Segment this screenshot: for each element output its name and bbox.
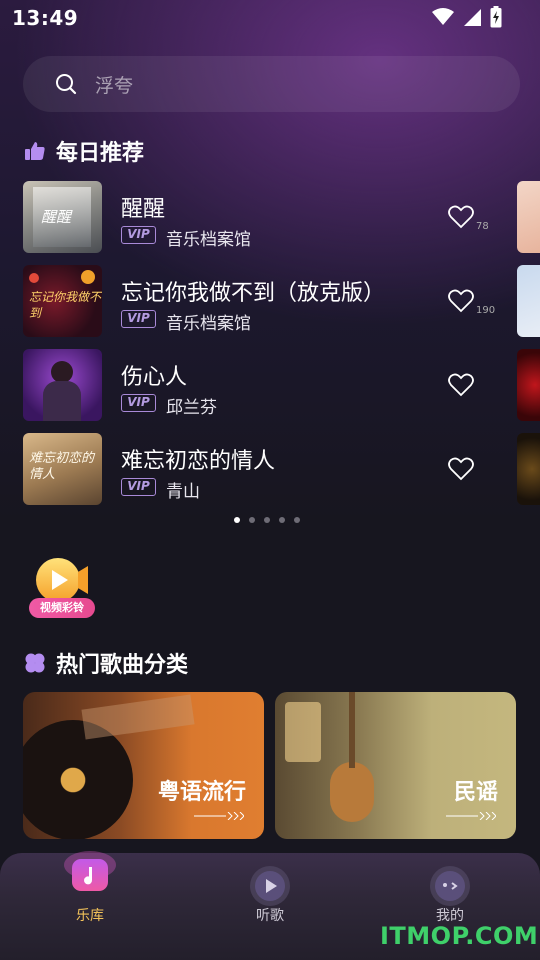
watermark-text: ITMOP.COM: [380, 922, 539, 950]
album-cover: 醒醒: [23, 181, 102, 253]
tab-label: 听歌: [256, 908, 284, 924]
arrow-decoration-icon: [446, 812, 496, 820]
next-page-cover-peek: [517, 349, 540, 421]
wifi-icon: [432, 8, 454, 25]
song-artist: 音乐档案馆: [166, 230, 251, 250]
cellular-signal-icon: [464, 9, 481, 26]
vip-badge: VIP: [121, 478, 156, 496]
album-cover: 难忘初恋的情人: [23, 433, 102, 505]
daily-recommend-header: 每日推荐: [24, 136, 144, 166]
thumbs-up-icon: [25, 142, 45, 160]
song-row[interactable]: 醒醒 醒醒 VIP 音乐档案馆 78: [23, 181, 503, 253]
video-ring-label[interactable]: 视频彩铃: [29, 598, 95, 618]
song-row[interactable]: 忘记你我做不到 忘记你我做不到（放克版） VIP 音乐档案馆 190: [23, 265, 503, 337]
song-row[interactable]: 伤心人 VIP 邱兰芬: [23, 349, 503, 421]
song-title: 忘记你我做不到（放克版）: [121, 281, 386, 306]
heart-icon[interactable]: [448, 457, 474, 481]
song-row[interactable]: 难忘初恋的情人 难忘初恋的情人 VIP 青山: [23, 433, 503, 505]
song-title: 醒醒: [121, 197, 166, 222]
page-dot: [264, 517, 270, 523]
category-card-cantonese[interactable]: 粤语流行: [23, 692, 264, 839]
play-circle-icon: [250, 866, 290, 906]
like-count: 78: [476, 221, 489, 232]
song-title: 伤心人: [121, 365, 188, 390]
hot-categories-header: 热门歌曲分类: [24, 648, 188, 678]
category-label: 民谣: [453, 780, 498, 805]
clover-icon: [25, 653, 45, 673]
song-artist: 音乐档案馆: [166, 314, 251, 334]
tab-label: 乐库: [76, 908, 104, 924]
heart-icon[interactable]: [448, 373, 474, 397]
song-artist: 青山: [166, 482, 200, 502]
song-artist: 邱兰芬: [166, 398, 217, 418]
heart-icon[interactable]: [448, 205, 474, 229]
page-dot: [294, 517, 300, 523]
page-indicator: [234, 517, 300, 523]
status-time: 13:49: [12, 6, 79, 30]
page-dot: [279, 517, 285, 523]
search-bar[interactable]: 浮夸: [23, 56, 520, 112]
vip-badge: VIP: [121, 226, 156, 244]
album-cover: 忘记你我做不到: [23, 265, 102, 337]
section-title: 每日推荐: [56, 141, 145, 166]
cover-text: 醒醒: [41, 208, 72, 226]
tab-library[interactable]: 乐库: [45, 851, 135, 960]
search-icon: [56, 74, 77, 95]
song-title: 难忘初恋的情人: [121, 449, 276, 474]
tab-listen[interactable]: 听歌: [225, 853, 315, 960]
section-title: 热门歌曲分类: [56, 653, 189, 678]
album-cover: [23, 349, 102, 421]
next-page-cover-peek: [517, 181, 540, 253]
search-placeholder: 浮夸: [95, 74, 134, 97]
vip-badge: VIP: [121, 310, 156, 328]
status-icons: [432, 6, 502, 28]
heart-icon[interactable]: [448, 289, 474, 313]
vip-badge: VIP: [121, 394, 156, 412]
status-bar: 13:49: [0, 0, 540, 34]
category-card-folk[interactable]: 民谣: [275, 692, 516, 839]
battery-icon: [490, 6, 502, 28]
arrow-decoration-icon: [194, 812, 244, 820]
cover-text: 难忘初恋的情人: [29, 451, 95, 482]
next-page-cover-peek: [517, 265, 540, 337]
music-library-icon: [64, 851, 116, 891]
like-count: 190: [476, 305, 496, 316]
next-page-cover-peek: [517, 433, 540, 505]
cover-text: 忘记你我做不到: [29, 290, 102, 320]
category-label: 粤语流行: [157, 780, 246, 805]
page-dot-active: [234, 517, 240, 523]
profile-face-icon: [430, 866, 470, 906]
page-dot: [249, 517, 255, 523]
